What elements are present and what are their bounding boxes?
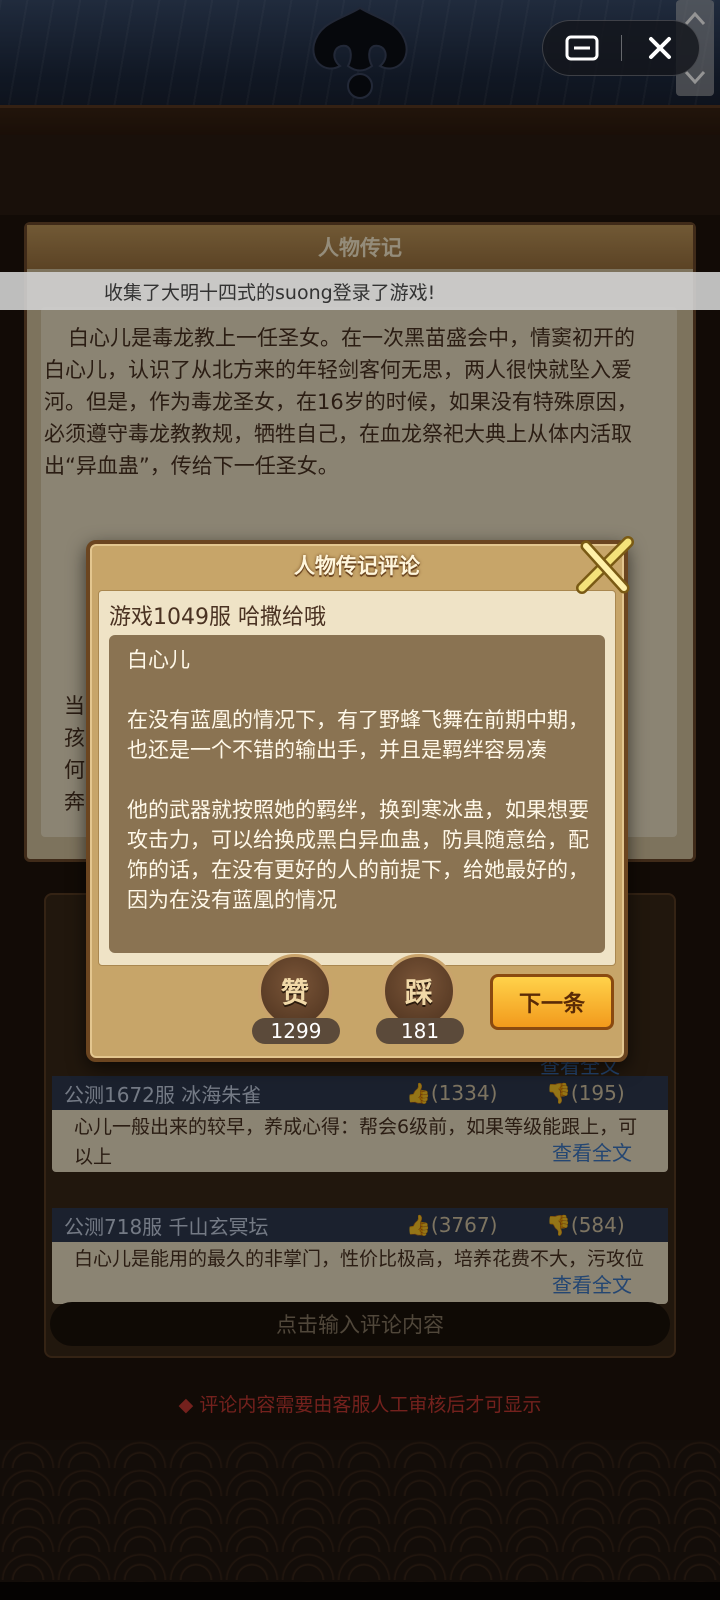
- comment-content: 白心儿 在没有蓝凰的情况下，有了野蜂飞舞在前期中期，也还是一个不错的输出手，并且…: [127, 648, 589, 912]
- comment-author: 游戏1049服 哈撒给哦: [109, 605, 326, 630]
- menu-icon: [565, 35, 599, 61]
- modal-close-button[interactable]: [572, 534, 638, 600]
- menu-button[interactable]: [543, 20, 621, 76]
- modal-body: 游戏1049服 哈撒给哦 白心儿 在没有蓝凰的情况下，有了野蜂飞舞在前期中期，也…: [98, 590, 616, 966]
- comment-content-box[interactable]: 白心儿 在没有蓝凰的情况下，有了野蜂飞舞在前期中期，也还是一个不错的输出手，并且…: [109, 635, 605, 953]
- like-button[interactable]: 赞: [258, 954, 332, 1028]
- miniapp-capsule: [542, 20, 700, 76]
- modal-title: 人物传记评论: [294, 554, 420, 578]
- close-icon: [649, 37, 672, 59]
- broadcast-bar: 收集了大明十四式的suong登录了游戏!: [0, 272, 720, 310]
- dislike-button[interactable]: 踩: [382, 954, 456, 1028]
- next-comment-button[interactable]: 下一条: [490, 974, 614, 1030]
- close-button[interactable]: [622, 20, 700, 76]
- dislike-count: 181: [376, 1018, 464, 1044]
- like-count: 1299: [252, 1018, 340, 1044]
